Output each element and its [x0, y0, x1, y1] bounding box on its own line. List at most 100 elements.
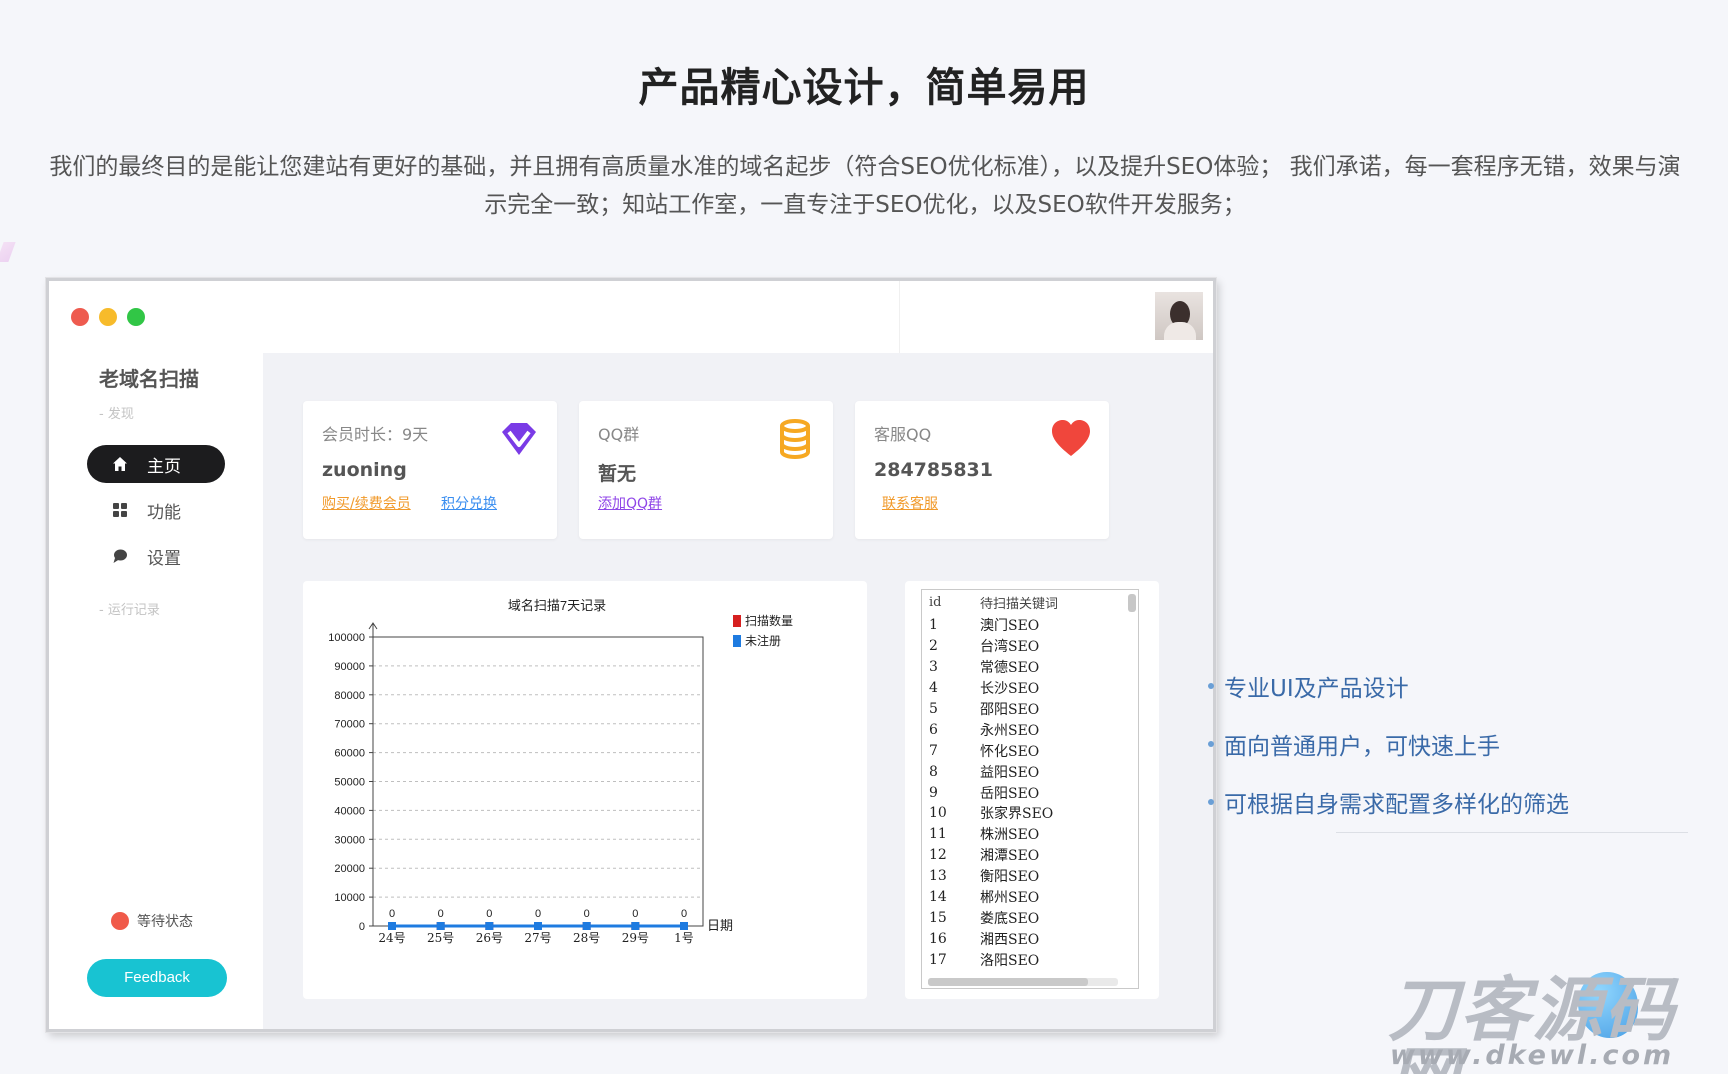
- points-exchange-link[interactable]: 积分兑换: [441, 493, 497, 513]
- status-text: 等待状态: [137, 914, 193, 930]
- list-item[interactable]: 11 株洲SEO: [922, 824, 1138, 845]
- sidebar-item-label: 功能: [147, 502, 181, 523]
- maximize-window-button[interactable]: [127, 308, 145, 326]
- list-item[interactable]: 4 长沙SEO: [922, 678, 1138, 699]
- list-item-keyword: 娄底SEO: [980, 910, 1040, 927]
- intro-paragraph: 我们的最终目的是能让您建站有更好的基础，并且拥有高质量水准的域名起步（符合SEO…: [49, 154, 1681, 218]
- legend-swatch: [733, 635, 741, 647]
- chart-title: 域名扫描7天记录: [508, 598, 606, 613]
- sidebar-item-home[interactable]: 主页: [87, 445, 225, 483]
- card-value: 284785831: [874, 459, 993, 481]
- list-item-id: 1: [929, 617, 938, 634]
- list-item-id: 11: [929, 826, 947, 843]
- sidebar-item-features[interactable]: 功能: [87, 491, 225, 529]
- list-item[interactable]: 14 郴州SEO: [922, 887, 1138, 908]
- status-dot-icon: [111, 912, 129, 930]
- x-tick-label: 29号: [622, 931, 649, 945]
- list-item[interactable]: 13 衡阳SEO: [922, 866, 1138, 887]
- horizontal-scrollbar[interactable]: [928, 978, 1118, 986]
- list-item-id: 13: [929, 868, 947, 885]
- list-item[interactable]: 6 永州SEO: [922, 719, 1138, 740]
- heart-icon: [1052, 420, 1090, 456]
- column-header-id: id: [929, 595, 942, 610]
- data-point: [534, 922, 542, 930]
- x-tick-label: 28号: [573, 931, 600, 945]
- status-indicator: 等待状态: [111, 911, 193, 931]
- card-value: zuoning: [322, 459, 407, 481]
- data-label: 0: [584, 908, 590, 920]
- y-tick-label: 10000: [334, 892, 365, 904]
- y-tick-label: 20000: [334, 863, 365, 875]
- list-item-keyword: 岳阳SEO: [980, 785, 1040, 802]
- list-item-keyword: 常德SEO: [980, 660, 1040, 677]
- feature-item: 可根据自身需求配置多样化的筛选: [1208, 773, 1569, 831]
- feedback-button[interactable]: Feedback: [87, 959, 227, 997]
- y-tick-label: 90000: [334, 661, 365, 673]
- data-point: [388, 922, 396, 930]
- membership-card: 会员时长：9天 zuoning 购买/续费会员 积分兑换: [303, 401, 557, 539]
- app-window: 老域名扫描 - 发现 主页 功能 设置 - 运行记录 等待状态 Feedback: [46, 278, 1216, 1032]
- list-item-id: 6: [929, 721, 938, 738]
- list-item[interactable]: 9 岳阳SEO: [922, 782, 1138, 803]
- support-qq-card: 客服QQ 284785831 联系客服: [855, 401, 1109, 539]
- diamond-icon: [502, 423, 536, 455]
- data-label: 0: [486, 908, 492, 920]
- chat-icon: [109, 548, 131, 564]
- list-item[interactable]: 15 娄底SEO: [922, 907, 1138, 928]
- legend-swatch: [733, 615, 741, 627]
- top-bar: [263, 281, 1213, 353]
- list-item[interactable]: 7 怀化SEO: [922, 740, 1138, 761]
- feature-item: 专业UI及产品设计: [1208, 657, 1569, 715]
- y-tick-label: 30000: [334, 834, 365, 846]
- list-item-keyword: 郴州SEO: [980, 890, 1040, 907]
- list-item[interactable]: 12 湘潭SEO: [922, 845, 1138, 866]
- list-header: id 待扫描关键词: [922, 590, 1138, 615]
- list-item-keyword: 湘西SEO: [980, 931, 1040, 948]
- section-label-log: - 运行记录: [99, 603, 160, 618]
- list-item-id: 14: [929, 889, 947, 906]
- sidebar-item-label: 主页: [147, 456, 181, 477]
- section-label-discover: - 发现: [99, 407, 134, 422]
- divider: [1336, 832, 1688, 833]
- x-tick-label: 24号: [378, 931, 405, 945]
- y-tick-label: 80000: [334, 690, 365, 702]
- sidebar-item-settings[interactable]: 设置: [87, 537, 225, 575]
- x-tick-label: 27号: [524, 931, 551, 945]
- sidebar-item-label: 设置: [147, 548, 181, 569]
- data-point: [680, 922, 688, 930]
- list-item-id: 17: [929, 951, 947, 968]
- list-item[interactable]: 5 邵阳SEO: [922, 699, 1138, 720]
- avatar[interactable]: [1155, 292, 1203, 340]
- keyword-list[interactable]: id 待扫描关键词 1 澳门SEO 2 台湾SEO 3 常德SEO 4 长沙SEO 5 邵阳SEO…: [921, 589, 1139, 989]
- list-item-keyword: 湘潭SEO: [980, 848, 1040, 865]
- data-label: 0: [389, 908, 395, 920]
- list-item-keyword: 株洲SEO: [980, 827, 1040, 844]
- list-item[interactable]: 3 常德SEO: [922, 657, 1138, 678]
- list-item[interactable]: 2 台湾SEO: [922, 636, 1138, 657]
- data-label: 0: [535, 908, 541, 920]
- qq-group-card: QQ群 暂无 添加QQ群: [579, 401, 833, 539]
- watermark-url: www.dkewl.com: [1390, 1040, 1675, 1071]
- data-point: [436, 922, 445, 930]
- contact-support-link[interactable]: 联系客服: [882, 493, 938, 513]
- buy-membership-link[interactable]: 购买/续费会员: [322, 493, 411, 513]
- y-tick-label: 70000: [334, 719, 365, 731]
- list-item[interactable]: 1 澳门SEO: [922, 615, 1138, 636]
- list-item[interactable]: 10 张家界SEO: [922, 803, 1138, 824]
- close-window-button[interactable]: [71, 308, 89, 326]
- list-item[interactable]: 17 洛阳SEO: [922, 949, 1138, 970]
- list-item-id: 4: [929, 680, 938, 697]
- column-header-keyword: 待扫描关键词: [980, 597, 1059, 612]
- list-item[interactable]: 16 湘西SEO: [922, 928, 1138, 949]
- list-item-id: 3: [929, 659, 938, 676]
- minimize-window-button[interactable]: [99, 308, 117, 326]
- list-item[interactable]: 8 益阳SEO: [922, 761, 1138, 782]
- list-item-keyword: 张家界SEO: [980, 806, 1054, 823]
- y-tick-label: 60000: [334, 748, 365, 760]
- list-item-id: 8: [929, 763, 938, 780]
- data-label: 0: [632, 908, 638, 920]
- keyword-list-panel: id 待扫描关键词 1 澳门SEO 2 台湾SEO 3 常德SEO 4 长沙SEO 5 邵阳SEO…: [905, 581, 1159, 999]
- vertical-scrollbar[interactable]: [1128, 594, 1136, 954]
- join-qq-group-link[interactable]: 添加QQ群: [598, 493, 662, 513]
- home-icon: [109, 456, 131, 472]
